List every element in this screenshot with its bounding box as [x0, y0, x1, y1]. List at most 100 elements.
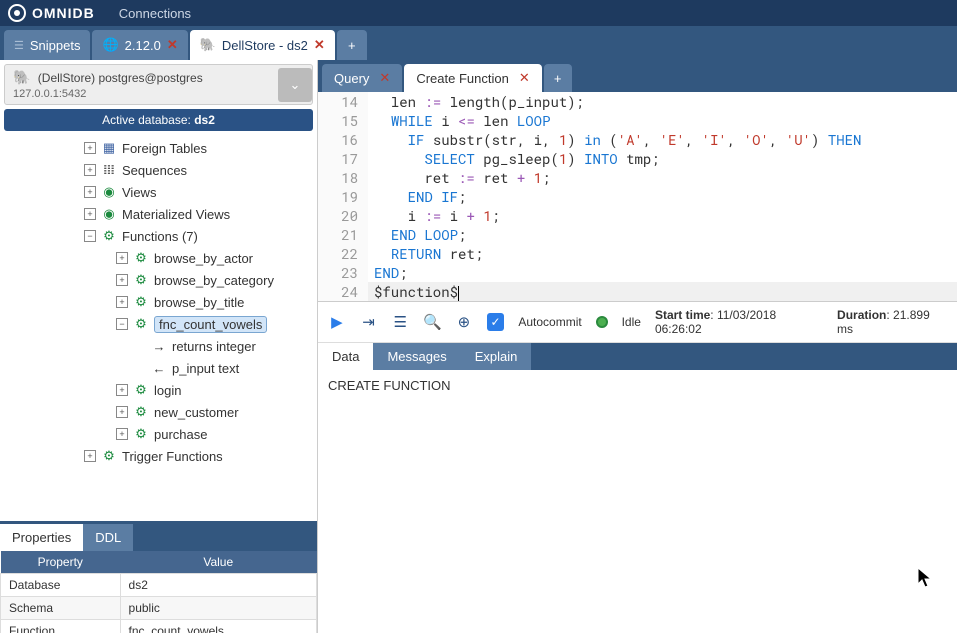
tree-node-fn[interactable]: + ⚙ browse_by_title	[4, 291, 313, 313]
code-text[interactable]: $function$	[368, 282, 957, 301]
editor-line[interactable]: 21 END LOOP;	[318, 225, 957, 244]
add-query-tab-button[interactable]: +	[544, 64, 572, 92]
expand-icon[interactable]: +	[116, 428, 128, 440]
tab-properties[interactable]: Properties	[0, 524, 83, 551]
tree-node-fn-return[interactable]: → returns integer	[4, 335, 313, 357]
editor-line[interactable]: 23END;	[318, 263, 957, 282]
code-text[interactable]: i := i + 1;	[368, 206, 957, 225]
expand-icon[interactable]: +	[84, 164, 96, 176]
code-text[interactable]: IF substr(str, i, 1) in ('A', 'E', 'I', …	[368, 130, 957, 149]
autocommit-label: Autocommit	[518, 315, 581, 329]
list-icon[interactable]: ☰	[391, 313, 409, 331]
expand-icon[interactable]: +	[84, 142, 96, 154]
search-icon[interactable]: 🔍	[423, 313, 441, 331]
run-button[interactable]: ▶	[328, 313, 346, 331]
sequence-icon: 𝍖	[100, 162, 118, 178]
code-text[interactable]: len := length(p_input);	[368, 92, 957, 111]
tab-data[interactable]: Data	[318, 343, 373, 370]
status-dot-icon	[596, 316, 608, 328]
code-text[interactable]: ret := ret + 1;	[368, 168, 957, 187]
tab-messages[interactable]: Messages	[373, 343, 460, 370]
tree-node-sequences[interactable]: + 𝍖 Sequences	[4, 159, 313, 181]
tree-node-fn[interactable]: + ⚙ browse_by_actor	[4, 247, 313, 269]
tab-create-function[interactable]: Create Function ✕	[404, 64, 541, 92]
properties-table: Property Value Databaseds2 Schemapublic …	[0, 551, 317, 633]
connections-menu[interactable]: Connections	[119, 6, 191, 21]
code-text[interactable]: RETURN ret;	[368, 244, 957, 263]
editor-line[interactable]: 22 RETURN ret;	[318, 244, 957, 263]
collapse-icon[interactable]: −	[116, 318, 128, 330]
chevron-down-icon: ⌄	[290, 77, 301, 93]
tree-node-fn-selected[interactable]: − ⚙ fnc_count_vowels	[4, 313, 313, 335]
connection-info: 🐘 (DellStore) postgres@postgres 127.0.0.…	[4, 64, 313, 105]
expand-icon[interactable]: +	[84, 186, 96, 198]
expand-icon[interactable]: +	[116, 274, 128, 286]
tree-node-fn[interactable]: + ⚙ new_customer	[4, 401, 313, 423]
cursor-icon	[917, 567, 933, 589]
tree-node-fn[interactable]: + ⚙ purchase	[4, 423, 313, 445]
close-icon[interactable]: ✕	[519, 70, 530, 86]
close-icon[interactable]: ✕	[379, 70, 390, 86]
tab-label: 2.12.0	[125, 38, 161, 53]
tab-conn-2[interactable]: 🐘 DellStore - ds2 ✕	[190, 30, 335, 60]
expand-icon[interactable]: +	[116, 252, 128, 264]
code-editor[interactable]: 14 len := length(p_input);15 WHILE i <= …	[318, 92, 957, 302]
tab-snippets[interactable]: ☰ Snippets	[4, 30, 90, 60]
autocommit-checkbox[interactable]: ✓	[487, 313, 505, 331]
properties-panel: Properties DDL Property Value Databaseds…	[0, 521, 317, 633]
expand-icon[interactable]: +	[84, 450, 96, 462]
logo-icon	[8, 4, 26, 22]
editor-line[interactable]: 16 IF substr(str, i, 1) in ('A', 'E', 'I…	[318, 130, 957, 149]
add-connection-tab-button[interactable]: +	[337, 30, 367, 60]
editor-line[interactable]: 24$function$	[318, 282, 957, 301]
tree-node-functions[interactable]: − ⚙ Functions (7)	[4, 225, 313, 247]
collapse-icon[interactable]: −	[84, 230, 96, 242]
code-text[interactable]: END;	[368, 263, 957, 282]
gear-icon: ⚙	[132, 382, 150, 398]
editor-line[interactable]: 17 SELECT pg_sleep(1) INTO tmp;	[318, 149, 957, 168]
result-body: CREATE FUNCTION	[318, 370, 957, 633]
code-text[interactable]: SELECT pg_sleep(1) INTO tmp;	[368, 149, 957, 168]
expand-icon[interactable]: +	[84, 208, 96, 220]
eye-icon: ◉	[100, 206, 118, 222]
connection-dropdown-button[interactable]: ⌄	[278, 68, 312, 102]
expand-icon[interactable]: +	[116, 406, 128, 418]
code-text[interactable]: END IF;	[368, 187, 957, 206]
tree-node-fn[interactable]: + ⚙ login	[4, 379, 313, 401]
tree-node-trigger-functions[interactable]: + ⚙ Trigger Functions	[4, 445, 313, 467]
close-icon[interactable]: ✕	[167, 37, 178, 53]
properties-tabs: Properties DDL	[0, 524, 317, 551]
tree-node-mat-views[interactable]: + ◉ Materialized Views	[4, 203, 313, 225]
editor-line[interactable]: 20 i := i + 1;	[318, 206, 957, 225]
tab-conn-1[interactable]: 🌐 2.12.0 ✕	[92, 30, 187, 60]
arrow-right-icon: →	[150, 339, 168, 354]
gear-icon: ⚙	[100, 448, 118, 464]
editor-line[interactable]: 18 ret := ret + 1;	[318, 168, 957, 187]
col-value: Value	[120, 551, 316, 574]
editor-line[interactable]: 14 len := length(p_input);	[318, 92, 957, 111]
tab-query[interactable]: Query ✕	[322, 64, 402, 92]
expand-icon[interactable]: +	[116, 296, 128, 308]
editor-line[interactable]: 19 END IF;	[318, 187, 957, 206]
result-text: CREATE FUNCTION	[328, 378, 451, 393]
tree-node-fn-param[interactable]: ← p_input text	[4, 357, 313, 379]
close-icon[interactable]: ✕	[314, 37, 325, 53]
table-row: Functionfnc_count_vowels	[1, 620, 317, 633]
object-tree[interactable]: + ▦ Foreign Tables + 𝍖 Sequences + ◉ Vie…	[0, 131, 317, 521]
tab-ddl[interactable]: DDL	[83, 524, 133, 551]
brand-label: OMNIDB	[32, 5, 95, 21]
tree-node-foreign-tables[interactable]: + ▦ Foreign Tables	[4, 137, 313, 159]
code-text[interactable]: END LOOP;	[368, 225, 957, 244]
tree-node-views[interactable]: + ◉ Views	[4, 181, 313, 203]
editor-line[interactable]: 15 WHILE i <= len LOOP	[318, 111, 957, 130]
code-text[interactable]: WHILE i <= len LOOP	[368, 111, 957, 130]
eye-icon: ◉	[100, 184, 118, 200]
indent-icon[interactable]: ⇥	[360, 313, 378, 331]
expand-icon[interactable]: +	[116, 384, 128, 396]
app-header: OMNIDB Connections	[0, 0, 957, 26]
zoom-icon[interactable]: ⊕	[455, 313, 473, 331]
tab-explain[interactable]: Explain	[461, 343, 532, 370]
tree-node-fn[interactable]: + ⚙ browse_by_category	[4, 269, 313, 291]
active-database-bar: Active database: ds2	[4, 109, 313, 131]
postgres-icon: 🐘	[13, 69, 30, 85]
